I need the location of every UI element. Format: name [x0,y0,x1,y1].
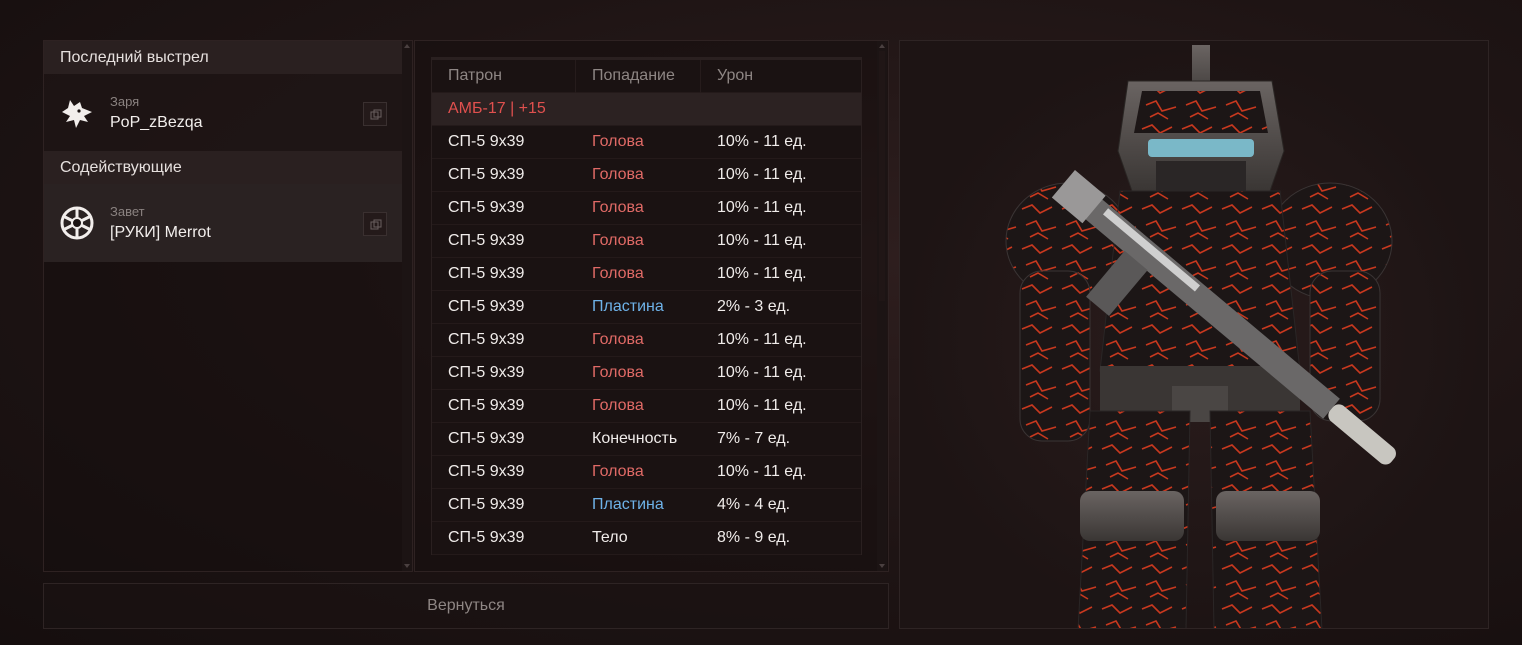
ammo-cell: СП-5 9x39 [448,430,525,447]
damage-cell: 2% - 3 ед. [717,298,791,315]
assistant-row[interactable]: Завет [РУКИ] Merrot [44,184,412,262]
hit-cell: Конечность [592,430,678,447]
copy-icon [370,109,382,120]
damage-cell: 10% - 11 ед. [717,199,807,216]
hit-cell: Пластина [592,496,664,513]
killer-row[interactable]: Заря PoP_zBezqa [44,74,412,151]
damage-cell: 10% - 11 ед. [717,397,807,414]
damage-cell: 10% - 11 ед. [717,232,807,249]
ammo-cell: СП-5 9x39 [448,133,525,150]
wolf-emblem-icon [62,100,92,128]
table-row: СП-5 9x39 Конечность 7% - 7 ед. [432,423,861,456]
hit-cell: Голова [592,199,644,216]
header-hit: Попадание [592,67,675,84]
assistants-heading: Содействующие [44,151,412,184]
table-row: СП-5 9x39 Голова 10% - 11 ед. [432,390,861,423]
ammo-cell: СП-5 9x39 [448,397,525,414]
table-row: СП-5 9x39 Голова 10% - 11 ед. [432,225,861,258]
left-scrollbar[interactable] [402,41,412,571]
copy-killer-name-button[interactable] [363,102,387,126]
hits-table: Патрон Попадание Урон АМБ-17 | +15 СП-5 … [431,57,862,555]
damage-cell: 7% - 7 ед. [717,430,791,447]
ammo-cell: СП-5 9x39 [448,463,525,480]
ammo-cell: СП-5 9x39 [448,496,525,513]
table-row: СП-5 9x39 Голова 10% - 11 ед. [432,324,861,357]
damage-cell: 4% - 4 ед. [717,496,791,513]
killer-name: PoP_zBezqa [110,114,203,131]
covenant-emblem-icon [60,206,94,240]
table-row: СП-5 9x39 Тело 8% - 9 ед. [432,522,861,555]
copy-icon [370,219,382,230]
hit-cell: Голова [592,463,644,480]
last-shot-heading: Последний выстрел [44,41,412,74]
weapon-row: АМБ-17 | +15 [432,93,861,126]
hit-cell: Голова [592,364,644,381]
table-row: СП-5 9x39 Голова 10% - 11 ед. [432,258,861,291]
weapon-name: АМБ-17 | +15 [448,100,546,117]
armored-character-image [1005,45,1396,628]
ammo-cell: СП-5 9x39 [448,199,525,216]
hit-rows: СП-5 9x39 Голова 10% - 11 ед. СП-5 9x39 Голо… [432,126,861,555]
ammo-cell: СП-5 9x39 [448,331,525,348]
hits-panel: Патрон Попадание Урон АМБ-17 | +15 СП-5 … [414,40,889,572]
character-preview [899,40,1489,629]
table-scrollbar[interactable] [877,41,887,571]
damage-cell: 10% - 11 ед. [717,166,807,183]
damage-cell: 10% - 11 ед. [717,265,807,282]
hit-cell: Голова [592,133,644,150]
hit-cell: Голова [592,265,644,282]
hit-cell: Голова [592,166,644,183]
table-row: СП-5 9x39 Голова 10% - 11 ед. [432,456,861,489]
damage-cell: 10% - 11 ед. [717,133,807,150]
table-row: СП-5 9x39 Голова 10% - 11 ед. [432,357,861,390]
damage-cell: 10% - 11 ед. [717,364,807,381]
table-row: СП-5 9x39 Голова 10% - 11 ед. [432,159,861,192]
table-header: Патрон Попадание Урон [432,60,861,93]
table-row: СП-5 9x39 Голова 10% - 11 ед. [432,192,861,225]
damage-cell: 10% - 11 ед. [717,331,807,348]
assistant-name: [РУКИ] Merrot [110,224,211,241]
hit-cell: Пластина [592,298,664,315]
ammo-cell: СП-5 9x39 [448,298,525,315]
hit-cell: Голова [592,232,644,249]
damage-cell: 8% - 9 ед. [717,529,791,546]
ammo-cell: СП-5 9x39 [448,166,525,183]
hit-cell: Тело [592,529,628,546]
assistant-faction: Завет [110,204,145,219]
damage-cell: 10% - 11 ед. [717,463,807,480]
header-ammo: Патрон [448,67,503,84]
copy-assistant-name-button[interactable] [363,212,387,236]
ammo-cell: СП-5 9x39 [448,265,525,282]
killer-panel: Последний выстрел Заря PoP_zBezqa Содейс… [43,40,413,572]
return-button[interactable]: Вернуться [43,583,889,629]
hit-cell: Голова [592,331,644,348]
header-damage: Урон [717,67,754,84]
table-row: СП-5 9x39 Голова 10% - 11 ед. [432,126,861,159]
table-row: СП-5 9x39 Пластина 4% - 4 ед. [432,489,861,522]
scroll-thumb[interactable] [879,51,885,301]
ammo-cell: СП-5 9x39 [448,529,525,546]
ammo-cell: СП-5 9x39 [448,232,525,249]
scroll-up-icon[interactable] [879,43,885,49]
scroll-down-icon[interactable] [879,563,885,569]
scroll-down-icon[interactable] [404,563,410,569]
hit-cell: Голова [592,397,644,414]
ammo-cell: СП-5 9x39 [448,364,525,381]
scroll-up-icon[interactable] [404,43,410,49]
killer-faction: Заря [110,94,140,109]
table-row: СП-5 9x39 Пластина 2% - 3 ед. [432,291,861,324]
